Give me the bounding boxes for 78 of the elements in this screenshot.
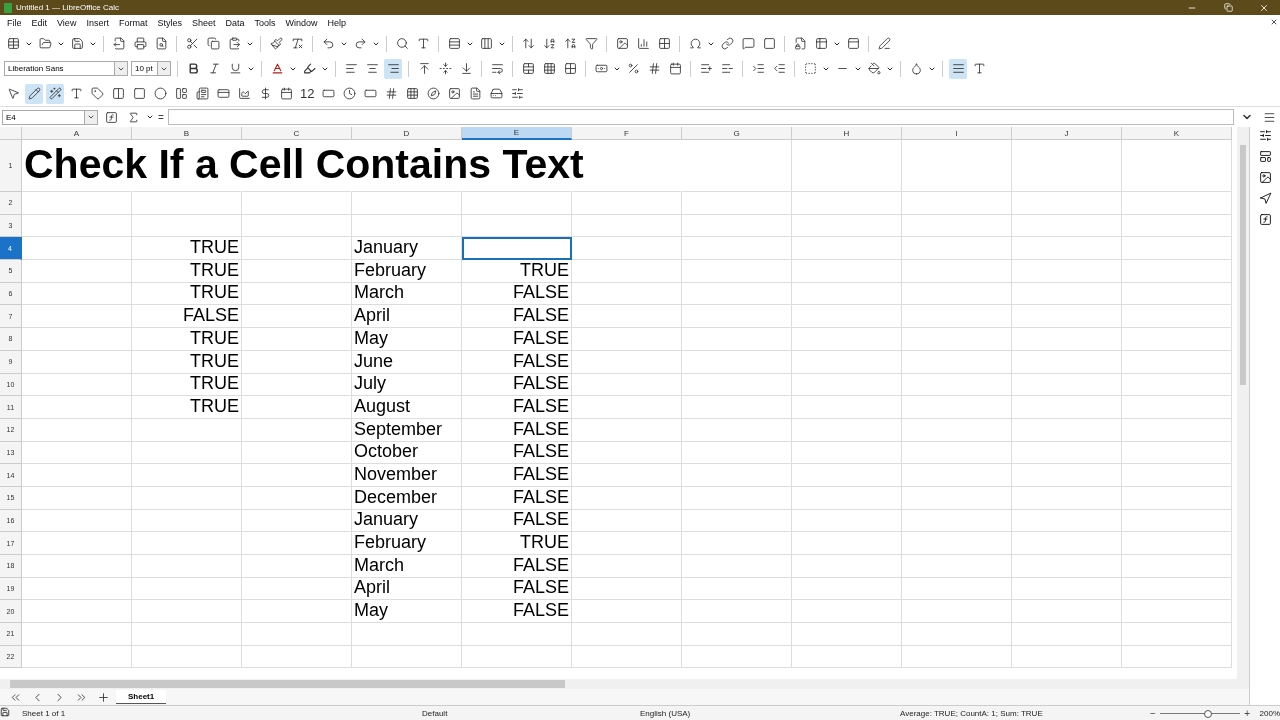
grid-cell[interactable]: FALSE [462,418,572,442]
grid-cell[interactable]: TRUE [132,328,242,351]
menu-item[interactable]: Window [280,18,323,28]
column-header[interactable]: J [1012,127,1122,140]
grid-cell[interactable]: December [352,486,462,510]
grid-cell[interactable]: FALSE [132,305,242,329]
grid-cell[interactable]: April [352,305,462,329]
grid-cell[interactable]: TRUE [132,282,242,306]
zoom-in-button[interactable]: + [1244,707,1250,719]
language: English (USA) [640,708,692,718]
grid-cell[interactable]: July [352,373,462,397]
grid-cell[interactable]: February [352,260,462,283]
grid-cell[interactable]: TRUE [132,260,242,283]
column-header[interactable]: C [242,127,352,140]
grid-cell[interactable]: June [352,350,462,374]
menu-item[interactable]: Edit [26,18,53,28]
grid-cell[interactable]: January [352,237,462,261]
grid-cell[interactable]: FALSE [462,373,572,397]
column-header[interactable]: G [682,127,792,140]
sheet-title: Check If a Cell Contains Text [24,141,584,188]
grid-cell[interactable]: FALSE [462,328,572,351]
column-header[interactable]: I [902,127,1012,140]
grid-cell[interactable]: April [352,577,462,601]
grid-cell[interactable]: TRUE [462,260,572,283]
grid-cell[interactable]: FALSE [462,577,572,601]
grid-cell[interactable]: FALSE [462,396,572,419]
zoom-out-button[interactable]: − [1150,707,1156,719]
menu-item[interactable]: Insert [81,18,114,28]
font-size-field[interactable]: 10 pt [131,61,171,76]
grid-cell[interactable]: October [352,441,462,465]
grid-cell[interactable]: FALSE [462,509,572,533]
menu-item[interactable]: Help [322,18,352,28]
menu-item[interactable]: Tools [249,18,281,28]
name-box[interactable]: E4 [2,109,98,125]
grid-cell[interactable]: May [352,600,462,624]
menu-item[interactable]: Data [220,18,250,28]
grid-cell[interactable]: FALSE [462,486,572,510]
column-header[interactable]: K [1122,127,1232,140]
grid-cell[interactable]: TRUE [132,350,242,374]
window-title: Untitled 1 — LibreOffice Calc [16,3,120,12]
grid-cell[interactable]: FALSE [462,441,572,465]
grid-cell[interactable]: February [352,532,462,555]
zoom-percent: 200% [1258,708,1280,718]
sheet-tab[interactable]: Sheet1 [116,690,167,704]
grid-cell[interactable]: May [352,328,462,351]
grid-cell[interactable]: January [352,509,462,533]
grid-cell[interactable]: August [352,396,462,419]
grid-cell[interactable]: TRUE [132,237,242,261]
font-name-field[interactable]: Liberation Sans [4,61,128,76]
column-header[interactable]: E [462,127,572,140]
column-header[interactable]: D [352,127,462,140]
column-header[interactable]: F [572,127,682,140]
column-header[interactable]: H [792,127,902,140]
selection-summary: Average: TRUE; CountA: 1; Sum: TRUE [900,708,1044,718]
grid-cell[interactable]: November [352,464,462,487]
numeric-field-button[interactable]: 12 [298,83,317,104]
grid-cell[interactable]: FALSE [462,600,572,624]
grid-cell[interactable]: FALSE [462,464,572,487]
menu-item[interactable]: View [52,18,82,28]
grid-cell[interactable]: FALSE [462,282,572,306]
grid-cell[interactable]: TRUE [462,532,572,555]
menu-item[interactable]: Styles [152,18,187,28]
menu-item[interactable]: Sheet [186,18,221,28]
grid-cell[interactable]: September [352,418,462,442]
grid-cell[interactable]: FALSE [462,555,572,578]
grid-cell[interactable]: TRUE [132,373,242,397]
grid-cell[interactable]: FALSE [462,350,572,374]
menu-item[interactable]: File [2,18,27,28]
equals-sign[interactable]: = [158,111,164,123]
page-style: Default [422,708,449,718]
grid-cell[interactable]: March [352,555,462,578]
column-header[interactable]: B [132,127,242,140]
grid-cell[interactable]: TRUE [132,396,242,419]
column-header[interactable]: A [22,127,132,140]
grid-cell[interactable]: March [352,282,462,306]
sheet-position: Sheet 1 of 1 [22,708,67,718]
grid-cell[interactable]: FALSE [462,305,572,329]
menu-item[interactable]: Format [113,18,153,28]
